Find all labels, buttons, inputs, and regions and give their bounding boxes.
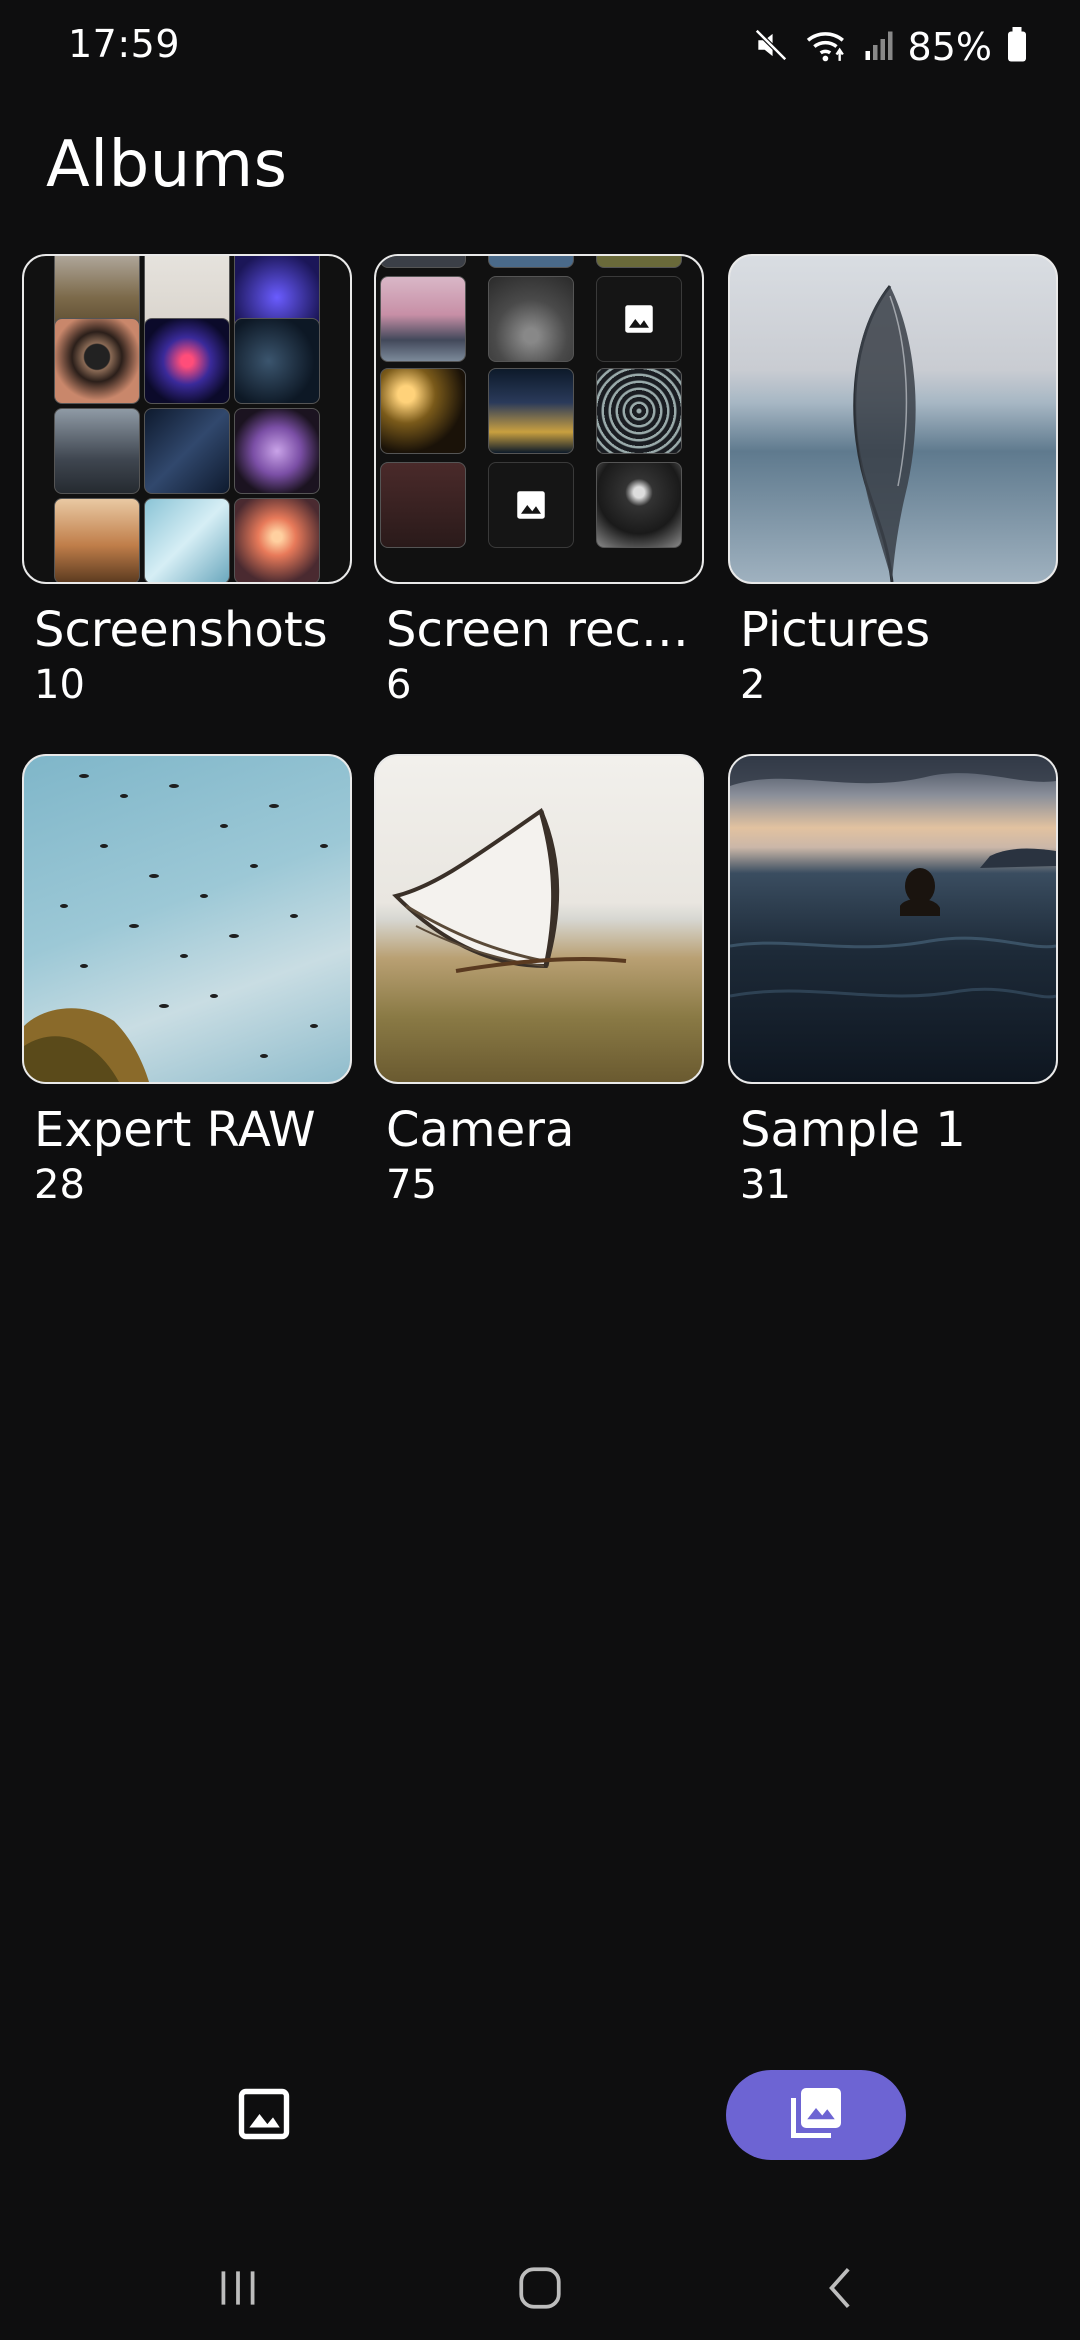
album-expert-raw[interactable]: Expert RAW 28 [22,754,352,1208]
status-icons: 85% [752,22,1028,72]
album-thumbnail[interactable] [728,254,1058,584]
home-button[interactable] [500,2250,580,2330]
album-count: 31 [740,1162,791,1208]
battery-percent: 85% [907,25,992,69]
album-count: 2 [740,662,766,708]
album-name: Screenshots [34,602,328,658]
image-placeholder-icon [488,462,574,548]
recents-icon [213,2263,263,2317]
album-count: 28 [34,1162,85,1208]
album-screen-recordings[interactable]: Screen reco... 6 [374,254,704,708]
album-thumbnail[interactable] [374,754,704,1084]
back-button[interactable] [802,2250,882,2330]
home-icon [515,2263,565,2317]
back-icon [817,2263,867,2317]
battery-icon [1006,27,1028,67]
albums-icon [786,2083,846,2147]
album-thumbnail[interactable] [374,254,704,584]
album-name: Camera [386,1102,575,1158]
album-count: 6 [386,662,412,708]
albums-tab[interactable] [726,2070,906,2160]
album-thumbnail[interactable] [22,254,352,584]
image-placeholder-icon [596,276,682,362]
pictures-tab[interactable] [230,2082,298,2150]
page-title: Albums [46,128,288,202]
album-screenshots[interactable]: Screenshots 10 [22,254,352,708]
signal-icon [864,26,894,68]
album-sample-1[interactable]: Sample 1 31 [728,754,1058,1208]
album-camera[interactable]: Camera 75 [374,754,704,1208]
album-name: Expert RAW [34,1102,316,1158]
system-nav-bar [0,2220,1080,2340]
album-name: Sample 1 [740,1102,966,1158]
album-thumbnail[interactable] [728,754,1058,1084]
bottom-tab-bar [0,2060,1080,2170]
album-count: 75 [386,1162,437,1208]
album-name: Screen reco... [386,602,704,658]
mute-icon [752,26,790,68]
status-bar: 17:59 85% [0,0,1080,100]
recents-button[interactable] [198,2250,278,2330]
status-time: 17:59 [68,22,181,66]
album-count: 10 [34,662,85,708]
album-name: Pictures [740,602,931,658]
image-icon [237,2087,291,2145]
album-pictures[interactable]: Pictures 2 [728,254,1058,708]
album-thumbnail[interactable] [22,754,352,1084]
wifi-icon [804,26,850,68]
